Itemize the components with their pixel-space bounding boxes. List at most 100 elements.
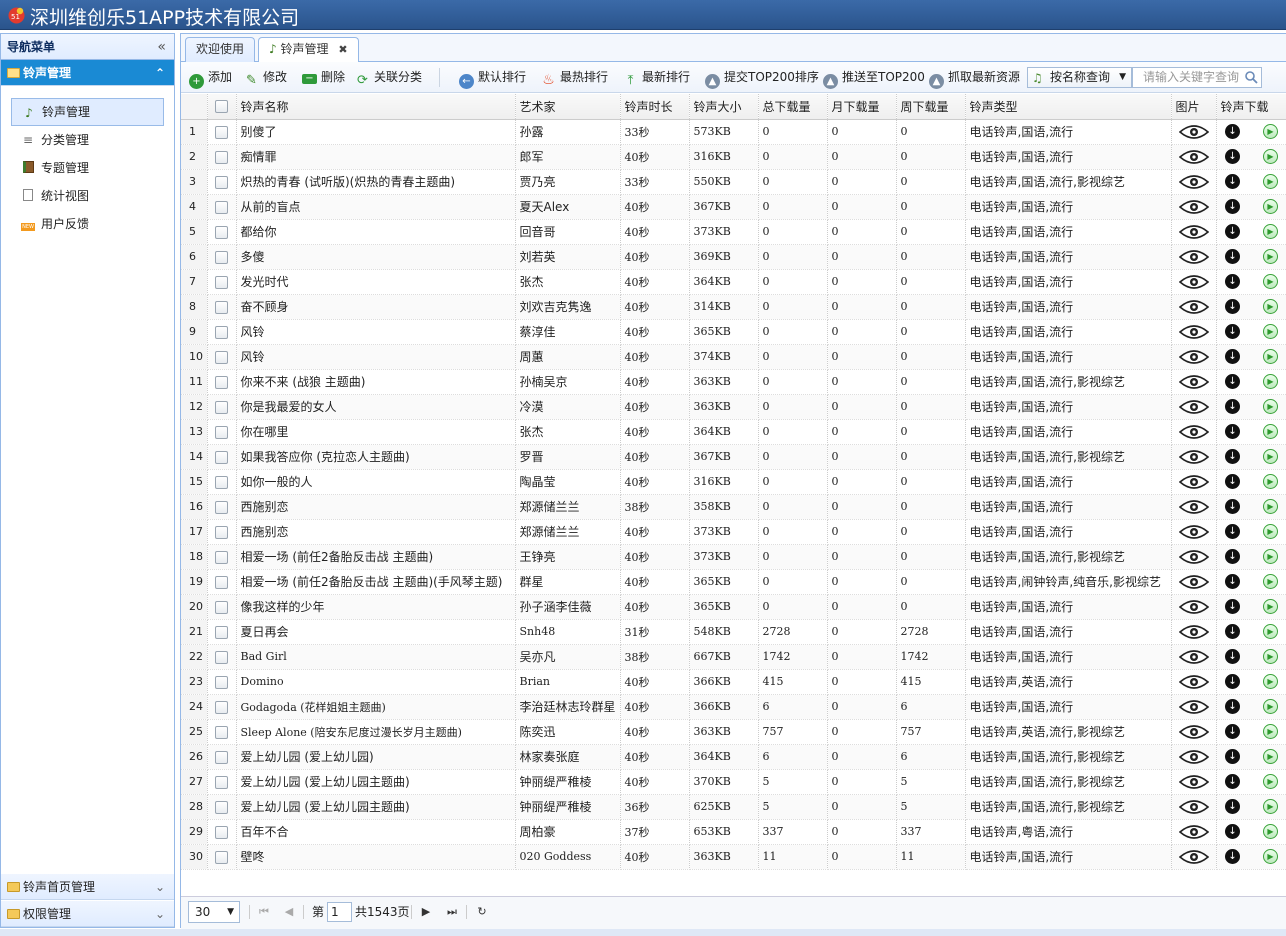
play-icon[interactable]: ▶ xyxy=(1262,424,1278,439)
search-mode-select[interactable]: ♫ 按名称查询 ▼ xyxy=(1027,67,1132,88)
eye-icon[interactable] xyxy=(1178,149,1209,164)
download-icon[interactable]: ↓ xyxy=(1225,224,1241,239)
download-icon[interactable]: ↓ xyxy=(1225,349,1241,364)
row-select-cell[interactable] xyxy=(207,219,237,245)
page-number-input[interactable]: 1 xyxy=(327,902,352,922)
play-icon[interactable]: ▶ xyxy=(1262,149,1278,164)
eye-icon[interactable] xyxy=(1178,649,1209,664)
download-icon[interactable]: ↓ xyxy=(1225,524,1241,539)
eye-icon[interactable] xyxy=(1178,724,1209,739)
row-checkbox[interactable] xyxy=(215,650,228,664)
play-icon[interactable]: ▶ xyxy=(1262,524,1278,539)
play-icon[interactable]: ▶ xyxy=(1262,749,1278,764)
select-all-header[interactable] xyxy=(207,94,237,120)
eye-icon[interactable] xyxy=(1178,574,1209,589)
row-checkbox[interactable] xyxy=(215,850,228,864)
download-icon[interactable]: ↓ xyxy=(1225,599,1241,614)
row-checkbox[interactable] xyxy=(215,150,228,164)
submit-top200-button[interactable]: ▲ 提交TOP200排序 xyxy=(705,62,819,93)
column-header[interactable]: 月下载量 xyxy=(827,94,897,120)
play-icon[interactable]: ▶ xyxy=(1262,824,1278,839)
menu-item-ringtone-management[interactable]: ♪ 铃声管理 xyxy=(11,98,164,126)
download-icon[interactable]: ↓ xyxy=(1225,474,1241,489)
column-header[interactable]: 铃声下载 xyxy=(1216,94,1286,120)
eye-icon[interactable] xyxy=(1178,499,1209,514)
row-checkbox[interactable] xyxy=(215,200,228,214)
eye-icon[interactable] xyxy=(1178,699,1209,714)
image-preview-cell[interactable] xyxy=(1171,569,1217,595)
image-preview-cell[interactable] xyxy=(1171,544,1217,570)
download-icon[interactable]: ↓ xyxy=(1225,849,1241,864)
play-icon[interactable]: ▶ xyxy=(1262,724,1278,739)
image-preview-cell[interactable] xyxy=(1171,719,1217,745)
table-row[interactable]: 18 相爱一场 (前任2备胎反击战 主题曲) 王铮亮 40秒 373KB 0 0 0 电话铃声,… xyxy=(181,544,1286,570)
table-row[interactable]: 22 Bad Girl 吴亦凡 38秒 667KB 1742 0 1742 电话铃声,国语,流行… xyxy=(181,644,1286,670)
column-header[interactable]: 铃声名称 xyxy=(236,94,516,120)
play-icon[interactable]: ▶ xyxy=(1262,124,1278,139)
add-button[interactable]: + 添加 xyxy=(189,62,232,93)
table-row[interactable]: 20 像我这样的少年 孙子涵李佳薇 40秒 365KB 0 0 0 电话铃声,国语,流行 ↓ ▶ xyxy=(181,594,1286,620)
download-icon[interactable]: ↓ xyxy=(1225,624,1241,639)
download-icon[interactable]: ↓ xyxy=(1225,674,1241,689)
download-icon[interactable]: ↓ xyxy=(1225,124,1241,139)
play-icon[interactable]: ▶ xyxy=(1262,249,1278,264)
download-icon[interactable]: ↓ xyxy=(1225,649,1241,664)
eye-icon[interactable] xyxy=(1178,199,1209,214)
image-preview-cell[interactable] xyxy=(1171,469,1217,495)
table-row[interactable]: 29 百年不合 周柏豪 37秒 653KB 337 0 337 电话铃声,粤语,流行 ↓ ▶ xyxy=(181,819,1286,845)
table-row[interactable]: 16 西施别恋 郑源储兰兰 38秒 358KB 0 0 0 电话铃声,国语,流行 ↓ ▶ xyxy=(181,494,1286,520)
table-row[interactable]: 14 如果我答应你 (克拉恋人主题曲) 罗晋 40秒 367KB 0 0 0 电话铃声,国语,流… xyxy=(181,444,1286,470)
eye-icon[interactable] xyxy=(1178,624,1209,639)
table-row[interactable]: 12 你是我最爱的女人 冷漠 40秒 363KB 0 0 0 电话铃声,国语,流行 ↓ ▶ xyxy=(181,394,1286,420)
row-select-cell[interactable] xyxy=(207,544,237,570)
download-icon[interactable]: ↓ xyxy=(1225,324,1241,339)
next-page-icon[interactable]: ▶ xyxy=(417,903,435,921)
image-preview-cell[interactable] xyxy=(1171,394,1217,420)
row-select-cell[interactable] xyxy=(207,819,237,845)
row-select-cell[interactable] xyxy=(207,344,237,370)
table-row[interactable]: 28 爱上幼儿园 (爱上幼儿园主题曲) 钟丽缇严稚棱 36秒 625KB 5 0 5 电话铃声,… xyxy=(181,794,1286,820)
play-icon[interactable]: ▶ xyxy=(1262,399,1278,414)
row-checkbox[interactable] xyxy=(215,825,228,839)
table-row[interactable]: 7 发光时代 张杰 40秒 364KB 0 0 0 电话铃声,国语,流行 ↓ ▶ xyxy=(181,269,1286,295)
image-preview-cell[interactable] xyxy=(1171,419,1217,445)
menu-item-statistics-view[interactable]: 统计视图 xyxy=(11,182,164,210)
table-row[interactable]: 24 Godagoda (花样姐姐主题曲) 李治廷林志玲群星 40秒 366KB 6 0 6 电… xyxy=(181,694,1286,720)
download-icon[interactable]: ↓ xyxy=(1225,249,1241,264)
download-icon[interactable]: ↓ xyxy=(1225,749,1241,764)
table-row[interactable]: 4 从前的盲点 夏天Alex 40秒 367KB 0 0 0 电话铃声,国语,流行 ↓ ▶ xyxy=(181,194,1286,220)
row-select-cell[interactable] xyxy=(207,519,237,545)
download-icon[interactable]: ↓ xyxy=(1225,299,1241,314)
play-icon[interactable]: ▶ xyxy=(1262,674,1278,689)
push-top200-button[interactable]: ▲ 推送至TOP200 xyxy=(823,62,925,93)
download-icon[interactable]: ↓ xyxy=(1225,549,1241,564)
column-header[interactable]: 铃声时长 xyxy=(620,94,690,120)
eye-icon[interactable] xyxy=(1178,549,1209,564)
last-page-icon[interactable]: ⏭ xyxy=(443,903,461,921)
image-preview-cell[interactable] xyxy=(1171,144,1217,170)
row-checkbox[interactable] xyxy=(215,775,228,789)
column-header[interactable]: 铃声类型 xyxy=(965,94,1172,120)
row-checkbox[interactable] xyxy=(215,725,228,739)
image-preview-cell[interactable] xyxy=(1171,844,1217,870)
table-row[interactable]: 11 你来不来 (战狼 主题曲) 孙楠吴京 40秒 363KB 0 0 0 电话铃声,国语,流行… xyxy=(181,369,1286,395)
previous-page-icon[interactable]: ◀ xyxy=(280,903,298,921)
row-checkbox[interactable] xyxy=(215,750,228,764)
image-preview-cell[interactable] xyxy=(1171,194,1217,220)
table-row[interactable]: 30 壁咚 020 Goddess 40秒 363KB 11 0 11 电话铃声,国语,流行 ↓ … xyxy=(181,844,1286,870)
download-icon[interactable]: ↓ xyxy=(1225,374,1241,389)
image-preview-cell[interactable] xyxy=(1171,169,1217,195)
refresh-icon[interactable]: ↻ xyxy=(473,903,491,921)
row-select-cell[interactable] xyxy=(207,319,237,345)
table-row[interactable]: 1 别傻了 孙露 33秒 573KB 0 0 0 电话铃声,国语,流行 ↓ ▶ xyxy=(181,119,1286,145)
download-icon[interactable]: ↓ xyxy=(1225,449,1241,464)
table-row[interactable]: 17 西施别恋 郑源储兰兰 40秒 373KB 0 0 0 电话铃声,国语,流行 ↓ ▶ xyxy=(181,519,1286,545)
eye-icon[interactable] xyxy=(1178,274,1209,289)
eye-icon[interactable] xyxy=(1178,474,1209,489)
menu-item-category-management[interactable]: ≡ 分类管理 xyxy=(11,126,164,154)
image-preview-cell[interactable] xyxy=(1171,244,1217,270)
column-header[interactable]: 图片 xyxy=(1171,94,1217,120)
table-row[interactable]: 8 奋不顾身 刘欢吉克隽逸 40秒 314KB 0 0 0 电话铃声,国语,流行 ↓ ▶ xyxy=(181,294,1286,320)
table-row[interactable]: 9 风铃 蔡淳佳 40秒 365KB 0 0 0 电话铃声,国语,流行 ↓ ▶ xyxy=(181,319,1286,345)
image-preview-cell[interactable] xyxy=(1171,494,1217,520)
